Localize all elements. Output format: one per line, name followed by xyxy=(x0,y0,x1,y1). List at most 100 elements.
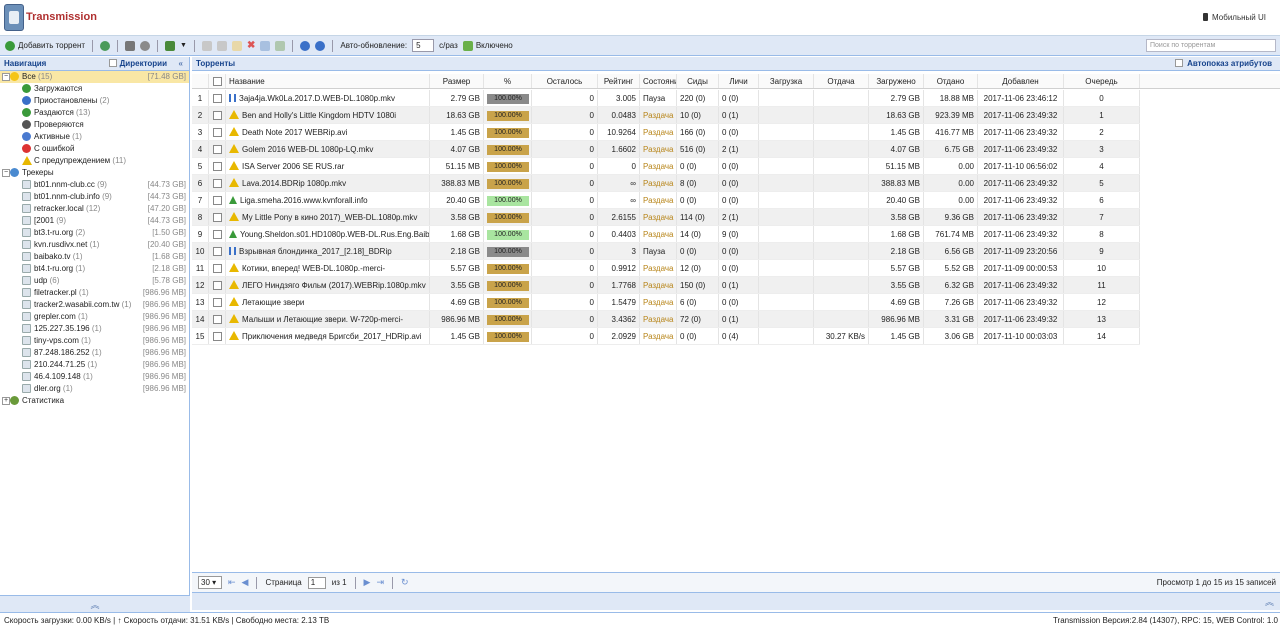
prev-page-icon[interactable]: ◀ xyxy=(242,577,249,588)
torrent-row[interactable]: 10 Взрывная блондинка_2017_[2.18]_BDRip 2.… xyxy=(192,243,1140,260)
nav-tracker-item[interactable]: [2001 (9) [44.73 GB] xyxy=(0,215,189,227)
nav-collapse-bar[interactable]: ︽ xyxy=(0,595,190,613)
search-input[interactable]: Поиск по торрентам xyxy=(1146,39,1276,52)
page-input[interactable]: 1 xyxy=(307,576,326,589)
per-page-select[interactable]: 30 ▾ xyxy=(198,576,222,589)
collapse-left-icon[interactable]: « xyxy=(179,57,183,71)
refresh-icon[interactable] xyxy=(100,40,111,51)
row-checkbox[interactable] xyxy=(209,294,226,310)
recheck-icon[interactable] xyxy=(231,40,242,51)
row-checkbox-icon[interactable] xyxy=(212,179,222,189)
row-checkbox-icon[interactable] xyxy=(212,230,222,240)
column-header-state[interactable]: Состояние xyxy=(640,74,677,88)
select-all-checkbox[interactable] xyxy=(209,74,226,88)
torrent-row[interactable]: 7 Liga.smeha.2016.www.kvnforall.info 20.40… xyxy=(192,192,1140,209)
nav-statistics[interactable]: + Статистика xyxy=(0,395,189,407)
torrent-row[interactable]: 8 My Little Pony в кино 2017)_WEB-DL.1080… xyxy=(192,209,1140,226)
nav-downloading[interactable]: Загружаются xyxy=(0,83,189,95)
collapse-icon[interactable]: − xyxy=(2,73,10,81)
row-checkbox[interactable] xyxy=(209,175,226,191)
speed-limit-icon[interactable] xyxy=(165,40,176,51)
column-header-download-speed[interactable]: Загрузка xyxy=(759,74,814,88)
nav-tracker-item[interactable]: bt01.nnm-club.cc (9) [44.73 GB] xyxy=(0,179,189,191)
nav-checking[interactable]: Проверяются xyxy=(0,119,189,131)
nav-active[interactable]: Активные (1) xyxy=(0,131,189,143)
pause-all-icon[interactable] xyxy=(315,40,326,51)
nav-seeding[interactable]: Раздаются (13) xyxy=(0,107,189,119)
row-checkbox-icon[interactable] xyxy=(212,315,222,325)
column-header-size[interactable]: Размер xyxy=(430,74,484,88)
torrent-row[interactable]: 11 Котики, вперед! WEB-DL.1080p.-merci- 5.… xyxy=(192,260,1140,277)
torrent-row[interactable]: 4 Golem 2016 WEB-DL 1080p-LQ.mkv 4.07 GB 10… xyxy=(192,141,1140,158)
nav-tracker-item[interactable]: retracker.local (12) [47.20 GB] xyxy=(0,203,189,215)
nav-tracker-item[interactable]: baibako.tv (1) [1.68 GB] xyxy=(0,251,189,263)
row-checkbox[interactable] xyxy=(209,209,226,225)
start-all-icon[interactable] xyxy=(300,40,311,51)
refresh-icon[interactable]: ↻ xyxy=(401,577,409,588)
autoshow-toggle[interactable]: Автопоказ атрибутов xyxy=(1175,57,1272,71)
column-header-seeds[interactable]: Сиды xyxy=(677,74,719,88)
column-header-downloaded[interactable]: Загружено xyxy=(869,74,924,88)
nav-tracker-item[interactable]: grepler.com (1) [986.96 MB] xyxy=(0,311,189,323)
torrent-row[interactable]: 1 Зajа4ja.Wk0La.2017.D.WEB-DL.1080p.mkv 2.… xyxy=(192,90,1140,107)
row-checkbox[interactable] xyxy=(209,192,226,208)
row-checkbox[interactable] xyxy=(209,277,226,293)
nav-all[interactable]: − Все (15) [71.48 GB] xyxy=(0,71,189,83)
row-checkbox-icon[interactable] xyxy=(212,111,222,121)
torrent-row[interactable]: 15 Приключения медведя Бригсби_2017_HDRip… xyxy=(192,328,1140,345)
nav-tracker-item[interactable]: bt01.nnm-club.info (9) [44.73 GB] xyxy=(0,191,189,203)
add-torrent-button[interactable]: Добавить торрент xyxy=(5,39,85,53)
remove-icon[interactable]: ✖ xyxy=(247,40,255,51)
row-checkbox-icon[interactable] xyxy=(212,281,222,291)
expand-icon[interactable]: + xyxy=(2,397,10,405)
row-checkbox-icon[interactable] xyxy=(212,247,222,257)
nav-tracker-item[interactable]: tracker2.wasabii.com.tw (1) [986.96 MB] xyxy=(0,299,189,311)
torrent-row[interactable]: 9 Young.Sheldon.s01.HD1080p.WEB-DL.Rus.En… xyxy=(192,226,1140,243)
next-page-icon[interactable]: ▶ xyxy=(364,577,371,588)
torrent-row[interactable]: 2 Ben and Holly's Little Kingdom HDTV 108… xyxy=(192,107,1140,124)
row-checkbox-icon[interactable] xyxy=(212,196,222,206)
directories-checkbox[interactable] xyxy=(108,59,117,67)
start-icon[interactable] xyxy=(201,40,212,51)
nav-tracker-item[interactable]: 46.4.109.148 (1) [986.96 MB] xyxy=(0,371,189,383)
row-checkbox[interactable] xyxy=(209,90,226,106)
move-icon[interactable] xyxy=(275,40,286,51)
nav-trackers[interactable]: − Трекеры xyxy=(0,167,189,179)
row-checkbox-icon[interactable] xyxy=(212,213,222,223)
nav-tracker-item[interactable]: bt3.t-ru.org (2) [1.50 GB] xyxy=(0,227,189,239)
gear-icon[interactable] xyxy=(140,40,151,51)
pause-icon[interactable] xyxy=(216,40,227,51)
first-page-icon[interactable]: ⇤ xyxy=(228,577,236,588)
directories-toggle[interactable]: Директории xyxy=(108,57,167,71)
nav-tracker-item[interactable]: 210.244.71.25 (1) [986.96 MB] xyxy=(0,359,189,371)
nav-tracker-item[interactable]: bt4.t-ru.org (1) [2.18 GB] xyxy=(0,263,189,275)
row-checkbox[interactable] xyxy=(209,260,226,276)
row-checkbox-icon[interactable] xyxy=(212,162,222,172)
last-page-icon[interactable]: ⇥ xyxy=(376,577,384,588)
column-header-added[interactable]: Добавлен xyxy=(978,74,1064,88)
nav-tracker-item[interactable]: kvn.rusdivx.net (1) [20.40 GB] xyxy=(0,239,189,251)
checkbox-icon[interactable] xyxy=(212,77,222,87)
nav-tracker-item[interactable]: filetracker.pl (1) [986.96 MB] xyxy=(0,287,189,299)
nav-paused[interactable]: Приостановлены (2) xyxy=(0,95,189,107)
torrent-row[interactable]: 5 ISA Server 2006 SE RUS.rar 51.15 MB 100.0… xyxy=(192,158,1140,175)
row-checkbox-icon[interactable] xyxy=(212,94,222,104)
torrent-row[interactable]: 6 Lava.2014.BDRip 1080p.mkv 388.83 MB 100.0… xyxy=(192,175,1140,192)
mobile-ui-link[interactable]: Мобильный UI xyxy=(1203,13,1266,22)
row-checkbox[interactable] xyxy=(209,107,226,123)
auto-refresh-toggle[interactable]: Включено xyxy=(462,39,513,53)
nav-error[interactable]: С ошибкой xyxy=(0,143,189,155)
torrent-row[interactable]: 3 Death Note 2017 WEBRip.avi 1.45 GB 100.00… xyxy=(192,124,1140,141)
nav-tracker-item[interactable]: dler.org (1) [986.96 MB] xyxy=(0,383,189,395)
row-checkbox-icon[interactable] xyxy=(212,128,222,138)
nav-tracker-item[interactable]: 87.248.186.252 (1) [986.96 MB] xyxy=(0,347,189,359)
column-header-leechers[interactable]: Личи xyxy=(719,74,759,88)
row-checkbox-icon[interactable] xyxy=(212,298,222,308)
row-checkbox[interactable] xyxy=(209,226,226,242)
nav-tracker-item[interactable]: tiny-vps.com (1) [986.96 MB] xyxy=(0,335,189,347)
column-header-left[interactable]: Осталось xyxy=(532,74,598,88)
column-header-name[interactable]: Название xyxy=(226,74,430,88)
nav-tracker-item[interactable]: 125.227.35.196 (1) [986.96 MB] xyxy=(0,323,189,335)
row-checkbox-icon[interactable] xyxy=(212,145,222,155)
details-collapse-bar[interactable]: ︽ xyxy=(192,592,1280,610)
